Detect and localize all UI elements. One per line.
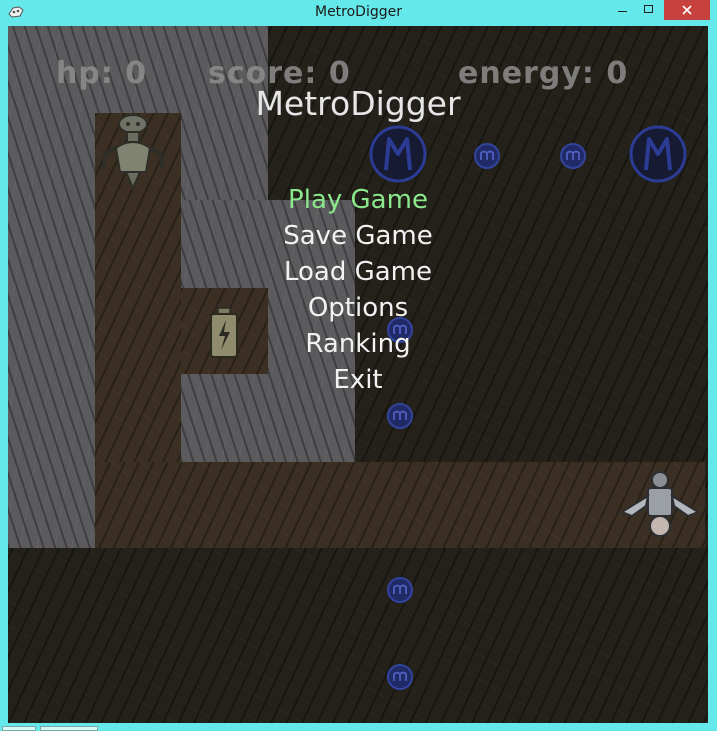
close-button[interactable] [664,0,710,20]
metro-logo-icon [369,125,427,183]
close-icon [682,5,692,15]
game-viewport[interactable]: hp: 0 score: 0 energy: 0 MetroDigger Pla… [8,26,708,723]
terrain-tunnel [95,462,705,548]
maximize-button[interactable] [636,0,662,20]
window-bottom-frame [0,723,717,731]
metro-coin-icon [387,664,413,690]
enemy-robot-icon [619,471,701,537]
minimize-icon [618,11,627,12]
menu-item-exit[interactable]: Exit [8,362,708,398]
metro-coin-icon [387,403,413,429]
metro-coin-icon [560,143,586,169]
menu-item-load-game[interactable]: Load Game [8,254,708,290]
drill-robot-icon [101,114,165,191]
game-title: MetroDigger [255,84,461,123]
minimize-button[interactable] [610,0,636,20]
metro-coin-icon [474,143,500,169]
menu-item-play-game[interactable]: Play Game [8,182,708,218]
taskbar-tab[interactable] [2,726,36,731]
metro-coin-icon [387,577,413,603]
menu-item-save-game[interactable]: Save Game [8,218,708,254]
window-titlebar: MetroDigger [0,0,717,26]
taskbar-tab[interactable] [40,726,98,731]
menu-item-ranking[interactable]: Ranking [8,326,708,362]
maximize-icon [644,5,653,13]
menu-item-options[interactable]: Options [8,290,708,326]
main-menu: Play Game Save Game Load Game Options Ra… [8,182,708,398]
metro-logo-icon [629,125,687,183]
